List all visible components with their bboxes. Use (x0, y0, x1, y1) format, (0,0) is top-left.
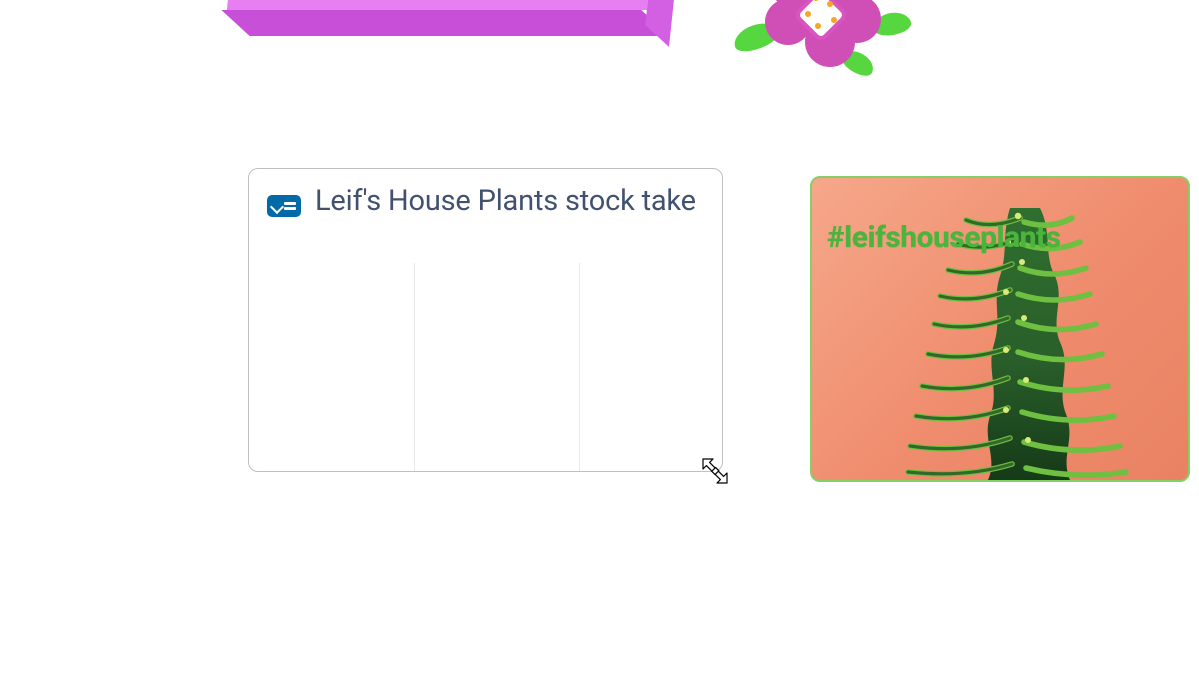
card-title: Leif's House Plants stock take (315, 185, 696, 218)
board-card[interactable]: Leif's House Plants stock take (248, 168, 723, 472)
decor-box-bottom (221, 10, 669, 36)
flower-dot-icon (805, 11, 811, 17)
flower-dot-icon (827, 1, 833, 7)
flower-dot-icon (815, 23, 821, 29)
image-card[interactable]: #leifshouseplants (810, 176, 1190, 482)
flower-dot-icon (831, 17, 837, 23)
decor-flower (755, 0, 890, 75)
column-divider (414, 263, 415, 471)
hashtag-overlay: #leifshouseplants (827, 220, 1061, 255)
checklist-icon (267, 195, 301, 217)
card-columns (249, 263, 722, 471)
column-divider (579, 263, 580, 471)
decor-box-side (645, 0, 679, 47)
decor-box-front (227, 0, 655, 10)
decor-box (225, 0, 656, 30)
card-header: Leif's House Plants stock take (249, 169, 722, 263)
resize-nwse-cursor-icon (701, 457, 729, 485)
